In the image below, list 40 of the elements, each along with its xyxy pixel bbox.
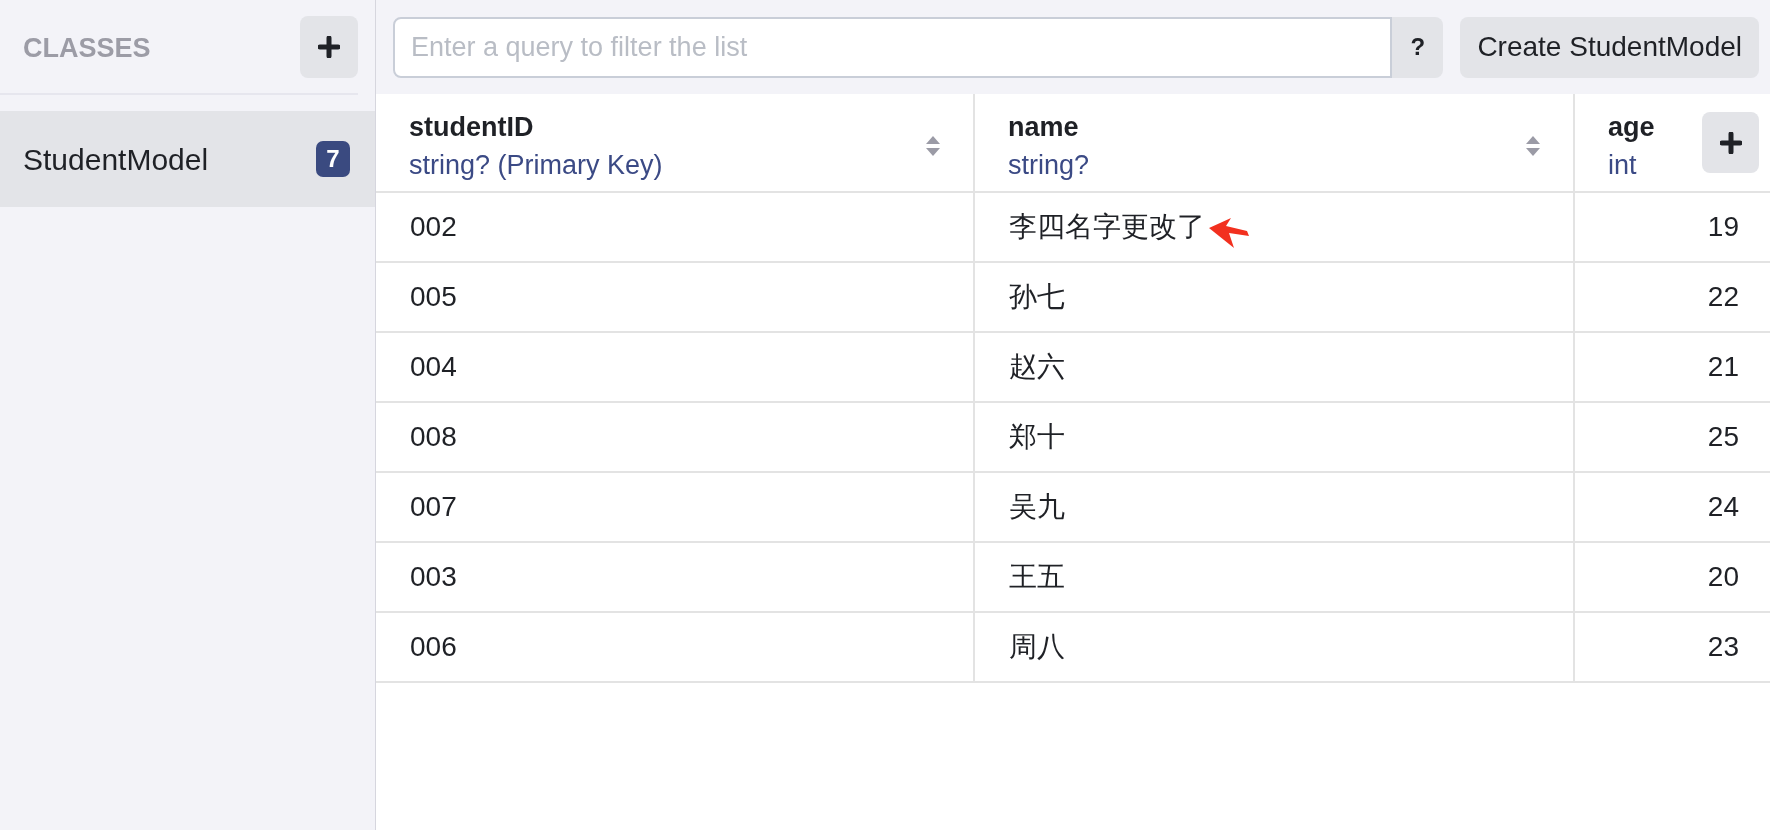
count-badge: 7 xyxy=(316,141,350,177)
sort-icon[interactable] xyxy=(926,136,940,156)
table-cell-text: 21 xyxy=(1707,350,1739,384)
table-cell-text: 郑十 xyxy=(1009,420,1065,454)
column-name: studentID xyxy=(409,111,535,144)
table-cell-text: 006 xyxy=(410,630,457,664)
sort-icon[interactable] xyxy=(1526,136,1540,156)
table-cell-text: 002 xyxy=(410,210,457,244)
table-cell-text: 22 xyxy=(1707,280,1739,314)
sidebar-heading: CLASSES xyxy=(23,31,151,65)
table-cell-text: 23 xyxy=(1707,630,1739,664)
table-cell-text: 24 xyxy=(1707,490,1739,524)
table-cell-text: 005 xyxy=(410,280,457,314)
table-cell-text: 20 xyxy=(1707,560,1739,594)
table-cell-text: 王五 xyxy=(1009,560,1065,594)
column-type: string? (Primary Key) xyxy=(409,149,663,182)
help-button[interactable]: ? xyxy=(1392,16,1444,78)
table-cell-text: 19 xyxy=(1707,210,1739,244)
table-cell-text: 003 xyxy=(410,560,457,594)
table-cell-text: 008 xyxy=(410,420,457,454)
table-cell-text: 孙七 xyxy=(1009,280,1065,314)
table-cell-text: 赵六 xyxy=(1009,350,1065,384)
column-name: age xyxy=(1608,111,1655,144)
plus-icon xyxy=(318,35,340,58)
table-cell-text: 李四名字更改了 xyxy=(1009,210,1205,244)
table-cell-text: 周八 xyxy=(1009,630,1065,664)
class-name: StudentModel xyxy=(23,141,209,178)
column-type: string? xyxy=(1008,149,1090,182)
table-cell-text: 25 xyxy=(1707,420,1739,454)
table-cell-text: 007 xyxy=(410,490,457,524)
search-field[interactable]: Enter a query to filter the list xyxy=(393,16,1393,78)
add-column-button[interactable] xyxy=(1702,112,1759,173)
add-class-button[interactable] xyxy=(300,15,358,78)
table-cell-text: 004 xyxy=(410,350,457,384)
table-cell-text: 吴九 xyxy=(1009,490,1065,524)
column-type: int xyxy=(1608,149,1638,182)
plus-icon xyxy=(1719,131,1742,154)
sidebar-item[interactable]: StudentModel 7 xyxy=(0,111,375,207)
column-name: name xyxy=(1008,111,1080,144)
create-button[interactable]: Create StudentModel xyxy=(1460,16,1759,78)
